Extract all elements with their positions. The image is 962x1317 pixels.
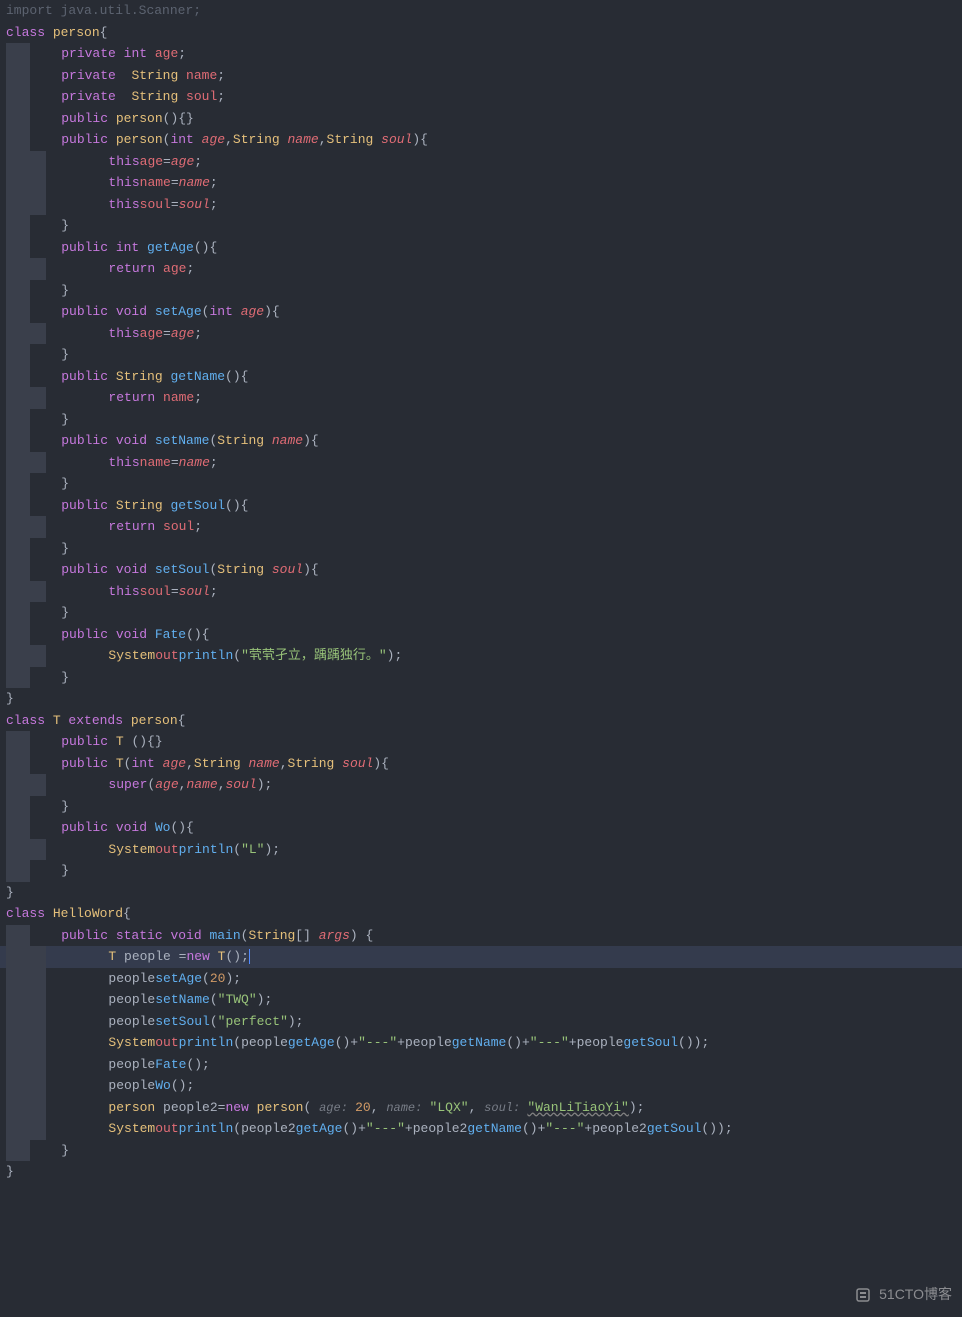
code-line: thisname=name;	[0, 172, 962, 194]
code-line: public int getAge(){	[0, 237, 962, 259]
code-line: public void setSoul(String soul){	[0, 559, 962, 581]
code-line: class HelloWord{	[0, 903, 962, 925]
code-line: peoplesetSoul("perfect");	[0, 1011, 962, 1033]
code-line: public String getSoul(){	[0, 495, 962, 517]
code-line: class person{	[0, 22, 962, 44]
code-line: }	[0, 796, 962, 818]
code-line	[0, 1226, 962, 1248]
code-line: }	[0, 602, 962, 624]
code-line: }	[0, 667, 962, 689]
code-line: public person(){}	[0, 108, 962, 130]
code-line	[0, 1204, 962, 1226]
code-line: public person(int age,String name,String…	[0, 129, 962, 151]
code-line: Systemoutprintln("茕茕孑立，踽踽独行。");	[0, 645, 962, 667]
code-line: }	[0, 1161, 962, 1183]
code-line: peopleWo();	[0, 1075, 962, 1097]
blog-icon	[855, 1286, 879, 1302]
code-line	[0, 1269, 962, 1291]
code-line: Systemoutprintln(people2getAge()+"---"+p…	[0, 1118, 962, 1140]
code-line	[0, 1183, 962, 1205]
code-line: import java.util.Scanner;	[0, 0, 962, 22]
code-line: public String getName(){	[0, 366, 962, 388]
code-line: private String name;	[0, 65, 962, 87]
code-line: private int age;	[0, 43, 962, 65]
code-line-current: T people =new T();	[0, 946, 962, 968]
code-line: }	[0, 1140, 962, 1162]
code-line: return soul;	[0, 516, 962, 538]
code-line: peoplesetAge(20);	[0, 968, 962, 990]
code-line: }	[0, 409, 962, 431]
code-line: public void Fate(){	[0, 624, 962, 646]
watermark: 51CTO博客	[855, 1284, 952, 1306]
code-line: public void setName(String name){	[0, 430, 962, 452]
code-line: thissoul=soul;	[0, 581, 962, 603]
code-editor[interactable]: import java.util.Scanner; class person{ …	[0, 0, 962, 1312]
code-line: }	[0, 688, 962, 710]
code-line: public void Wo(){	[0, 817, 962, 839]
code-line: public T (){}	[0, 731, 962, 753]
code-line: thissoul=soul;	[0, 194, 962, 216]
code-line: super(age,name,soul);	[0, 774, 962, 796]
code-line	[0, 1247, 962, 1269]
code-line: thisage=age;	[0, 323, 962, 345]
code-line	[0, 1290, 962, 1312]
code-line: }	[0, 280, 962, 302]
code-line: Systemoutprintln(peoplegetAge()+"---"+pe…	[0, 1032, 962, 1054]
code-line: }	[0, 538, 962, 560]
code-line: Systemoutprintln("L");	[0, 839, 962, 861]
code-line: private String soul;	[0, 86, 962, 108]
code-line: peopleFate();	[0, 1054, 962, 1076]
code-line: class T extends person{	[0, 710, 962, 732]
code-line: person people2=new person( age: 20, name…	[0, 1097, 962, 1119]
code-line: thisage=age;	[0, 151, 962, 173]
code-line: peoplesetName("TWQ");	[0, 989, 962, 1011]
code-line: return age;	[0, 258, 962, 280]
code-line: public static void main(String[] args) {	[0, 925, 962, 947]
code-line: return name;	[0, 387, 962, 409]
code-line: }	[0, 215, 962, 237]
code-line: }	[0, 860, 962, 882]
code-line: thisname=name;	[0, 452, 962, 474]
code-line: }	[0, 882, 962, 904]
code-line: }	[0, 473, 962, 495]
code-line: public void setAge(int age){	[0, 301, 962, 323]
code-line: }	[0, 344, 962, 366]
code-line: public T(int age,String name,String soul…	[0, 753, 962, 775]
